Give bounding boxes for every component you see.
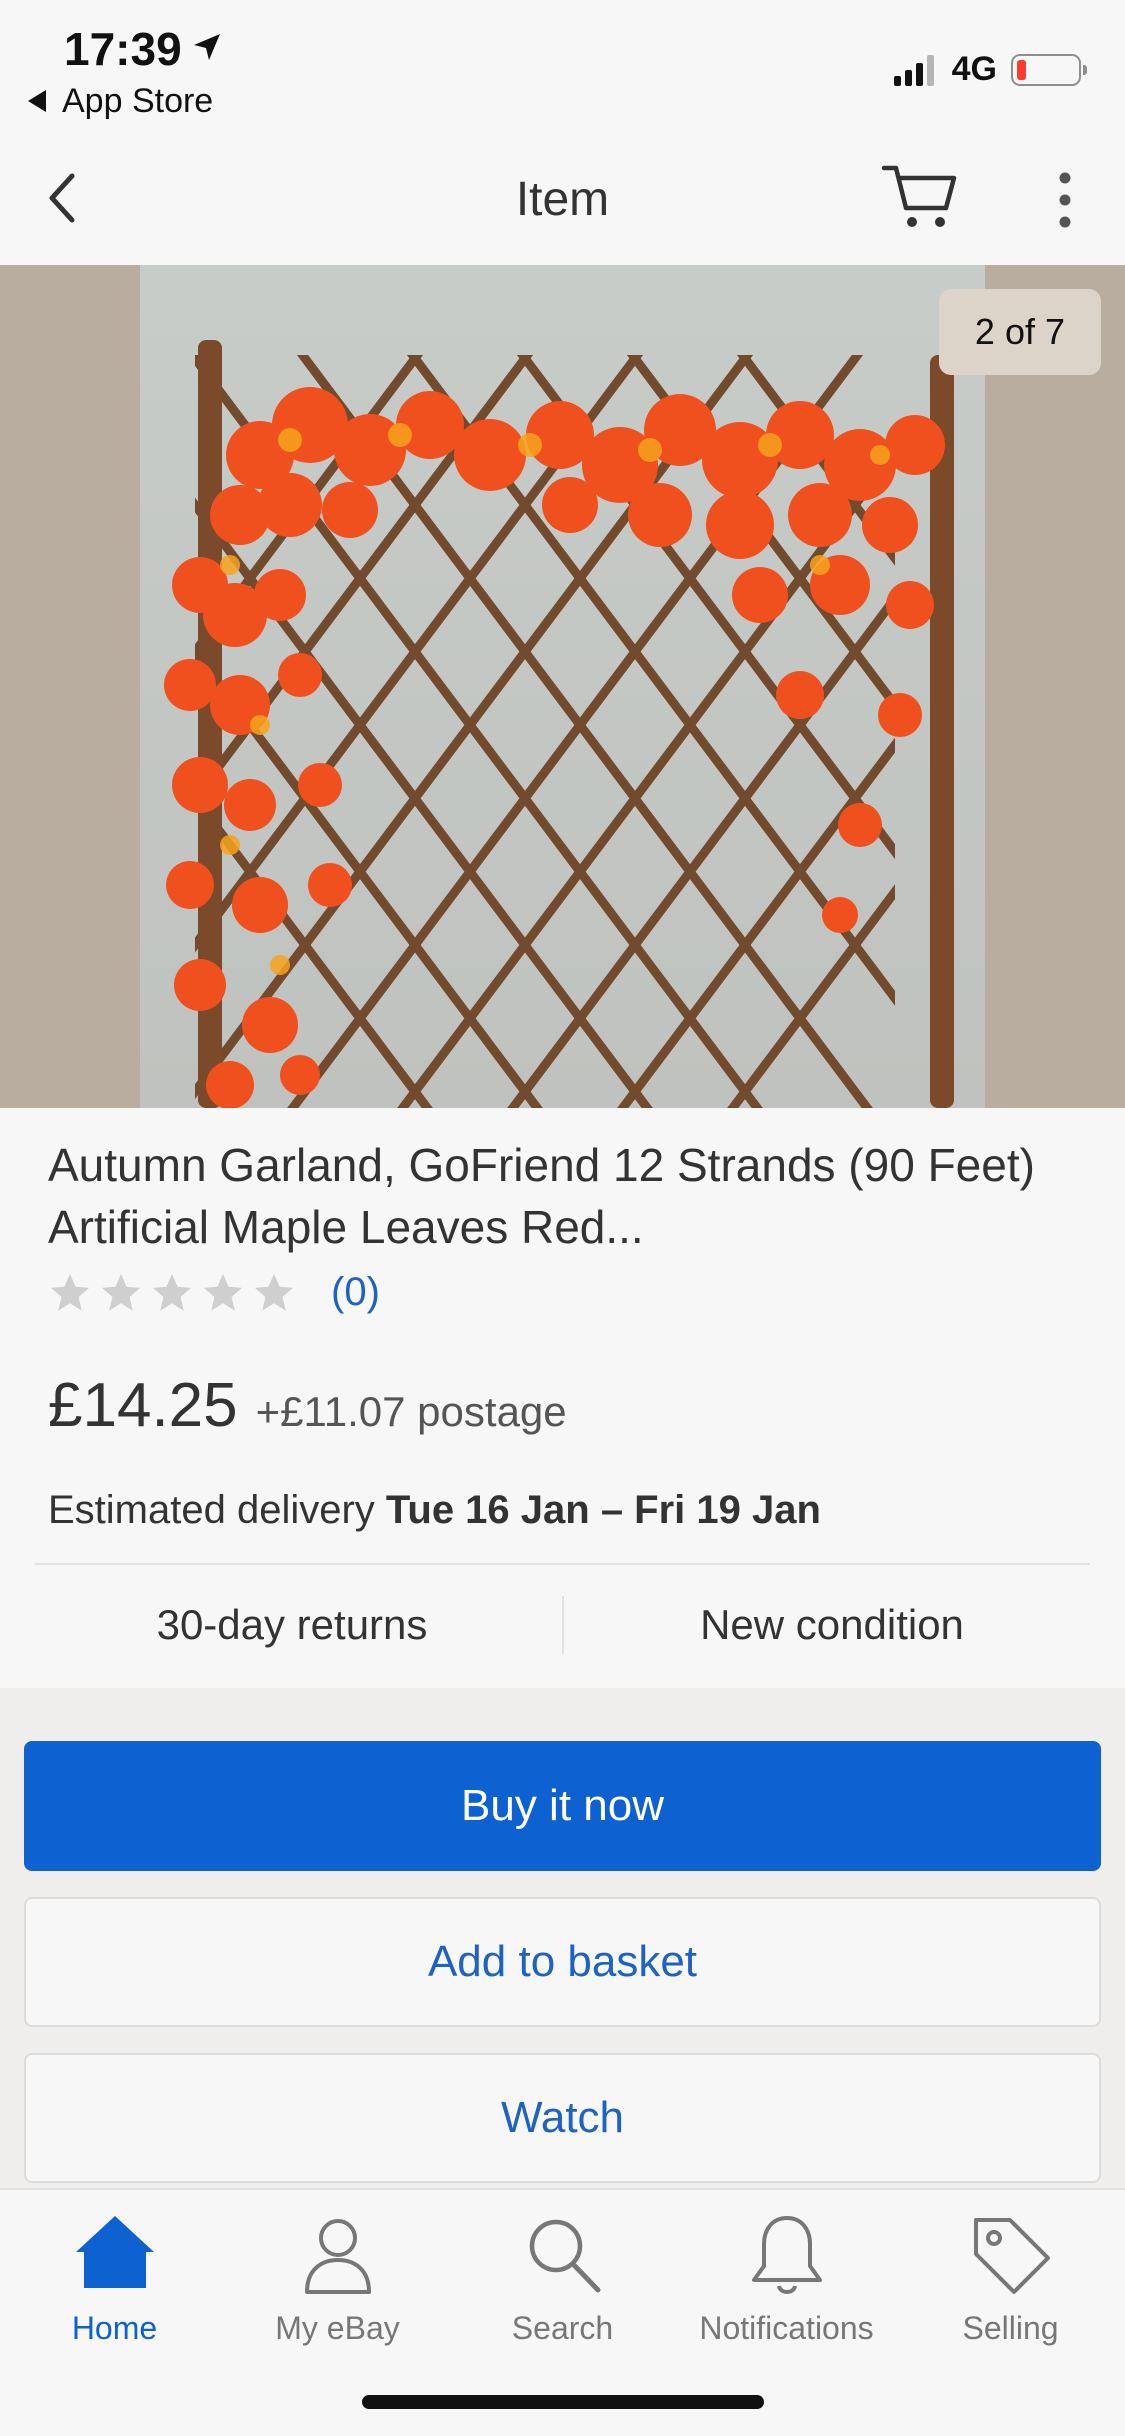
tab-label: My eBay	[275, 2310, 400, 2346]
home-icon	[75, 2216, 154, 2288]
product-photo	[140, 265, 985, 1108]
delivery-dates: Tue 16 Jan – Fri 19 Jan	[385, 1488, 821, 1532]
buy-it-now-button[interactable]: Buy it now	[24, 1741, 1101, 1871]
star-icon	[255, 1273, 293, 1311]
back-app-label: App Store	[62, 82, 214, 120]
tab-notifications[interactable]: Notifications	[674, 2210, 899, 2347]
bell-icon	[751, 2216, 822, 2294]
star-icon	[204, 1273, 242, 1311]
tab-label: Home	[71, 2310, 158, 2346]
status-bar: 17:39 App Store 4G	[0, 0, 1125, 130]
postage-cost: +£11.07 postage	[255, 1388, 567, 1435]
star-icon	[51, 1273, 89, 1311]
rating-count-link[interactable]: (0)	[331, 1270, 380, 1315]
divider	[35, 1563, 1090, 1565]
item-condition: New condition	[700, 1601, 964, 1648]
price-row: £14.25 +£11.07 postage	[48, 1370, 567, 1441]
rating[interactable]: (0)	[48, 1270, 380, 1315]
tab-search[interactable]: Search	[450, 2210, 675, 2347]
tab-home[interactable]: Home	[2, 2210, 227, 2347]
tab-my-ebay[interactable]: My eBay	[225, 2210, 450, 2347]
cart-icon[interactable]	[880, 160, 960, 236]
back-triangle-icon	[28, 90, 46, 112]
location-arrow-icon	[194, 34, 220, 60]
battery-icon	[1011, 53, 1087, 86]
add-to-basket-button[interactable]: Add to basket	[24, 1897, 1101, 2027]
star-icon	[153, 1273, 191, 1311]
delivery-label: Estimated delivery	[48, 1488, 375, 1532]
image-counter: 2 of 7	[938, 289, 1101, 375]
search-icon	[529, 2219, 600, 2293]
watch-button[interactable]: Watch	[24, 2053, 1101, 2183]
item-details: Autumn Garland, GoFriend 12 Strands (90 …	[0, 1108, 1125, 1688]
item-title: Autumn Garland, GoFriend 12 Strands (90 …	[48, 1139, 1035, 1253]
returns-policy: 30-day returns	[156, 1601, 428, 1648]
star-icon	[102, 1273, 140, 1311]
more-vertical-icon[interactable]	[1045, 170, 1085, 230]
tab-selling[interactable]: Selling	[898, 2210, 1123, 2347]
item-price: £14.25	[48, 1371, 238, 1440]
product-image-gallery[interactable]: 2 of 7	[0, 265, 1125, 1108]
person-icon	[304, 2219, 371, 2294]
home-indicator[interactable]	[362, 2395, 764, 2409]
network-type: 4G	[951, 50, 997, 88]
garland-trellis-image	[164, 340, 954, 1108]
action-buttons: Buy it now Add to basket Watch	[0, 1688, 1125, 2188]
estimated-delivery: Estimated delivery Tue 16 Jan – Fri 19 J…	[48, 1488, 821, 1533]
feature-divider	[562, 1596, 564, 1654]
back-to-app-link[interactable]: App Store	[28, 82, 213, 121]
status-time: 17:39	[64, 23, 182, 75]
tab-label: Selling	[962, 2310, 1059, 2346]
item-screen: 17:39 App Store 4G Item 2 of 7 Autumn Ga…	[0, 0, 1125, 2436]
nav-bar: Item	[0, 130, 1125, 265]
tab-label: Notifications	[699, 2310, 874, 2346]
status-indicators: 4G	[893, 50, 1087, 89]
signal-icon	[893, 54, 938, 86]
tag-icon	[973, 2218, 1050, 2294]
tab-label: Search	[511, 2310, 614, 2346]
